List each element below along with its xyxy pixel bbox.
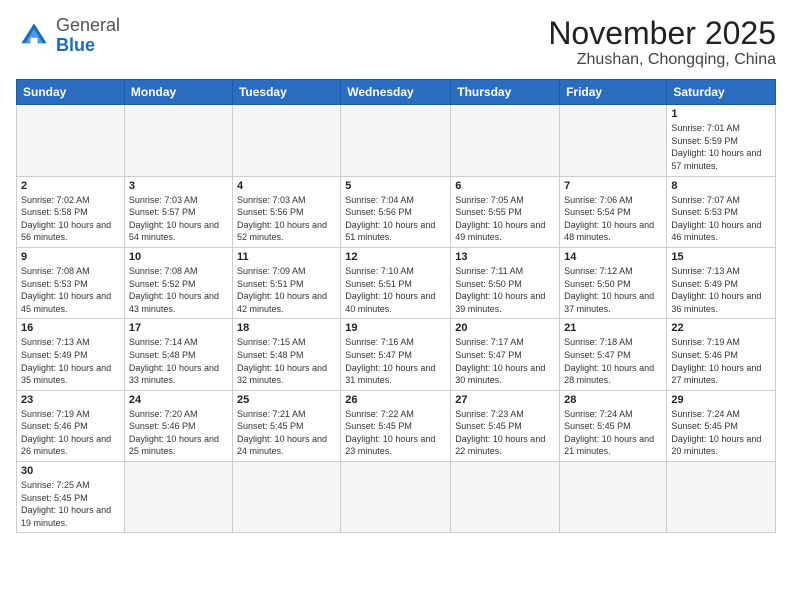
day-1: 1 Sunrise: 7:01 AM Sunset: 5:59 PM Dayli… bbox=[667, 105, 776, 176]
logo: General Blue bbox=[16, 16, 120, 56]
header: General Blue November 2025 Zhushan, Chon… bbox=[16, 16, 776, 69]
day-15: 15 Sunrise: 7:13 AM Sunset: 5:49 PM Dayl… bbox=[667, 247, 776, 318]
empty-cell bbox=[560, 462, 667, 533]
empty-cell bbox=[17, 105, 125, 176]
day-28: 28 Sunrise: 7:24 AM Sunset: 5:45 PM Dayl… bbox=[560, 390, 667, 461]
day-16: 16 Sunrise: 7:13 AM Sunset: 5:49 PM Dayl… bbox=[17, 319, 125, 390]
day-23: 23 Sunrise: 7:19 AM Sunset: 5:46 PM Dayl… bbox=[17, 390, 125, 461]
day-30: 30 Sunrise: 7:25 AM Sunset: 5:45 PM Dayl… bbox=[17, 462, 125, 533]
day-25: 25 Sunrise: 7:21 AM Sunset: 5:45 PM Dayl… bbox=[232, 390, 340, 461]
calendar-row-2: 2 Sunrise: 7:02 AM Sunset: 5:58 PM Dayli… bbox=[17, 176, 776, 247]
page: General Blue November 2025 Zhushan, Chon… bbox=[0, 0, 792, 612]
day-26: 26 Sunrise: 7:22 AM Sunset: 5:45 PM Dayl… bbox=[341, 390, 451, 461]
title-block: November 2025 Zhushan, Chongqing, China bbox=[548, 16, 776, 69]
calendar-row-4: 16 Sunrise: 7:13 AM Sunset: 5:49 PM Dayl… bbox=[17, 319, 776, 390]
day-6: 6 Sunrise: 7:05 AM Sunset: 5:55 PM Dayli… bbox=[451, 176, 560, 247]
day-10: 10 Sunrise: 7:08 AM Sunset: 5:52 PM Dayl… bbox=[124, 247, 232, 318]
calendar-row-3: 9 Sunrise: 7:08 AM Sunset: 5:53 PM Dayli… bbox=[17, 247, 776, 318]
col-tuesday: Tuesday bbox=[232, 80, 340, 105]
col-sunday: Sunday bbox=[17, 80, 125, 105]
logo-text: General Blue bbox=[56, 16, 120, 56]
empty-cell bbox=[124, 462, 232, 533]
empty-cell bbox=[341, 105, 451, 176]
calendar-header-row: Sunday Monday Tuesday Wednesday Thursday… bbox=[17, 80, 776, 105]
col-wednesday: Wednesday bbox=[341, 80, 451, 105]
day-17: 17 Sunrise: 7:14 AM Sunset: 5:48 PM Dayl… bbox=[124, 319, 232, 390]
day-27: 27 Sunrise: 7:23 AM Sunset: 5:45 PM Dayl… bbox=[451, 390, 560, 461]
calendar-row-5: 23 Sunrise: 7:19 AM Sunset: 5:46 PM Dayl… bbox=[17, 390, 776, 461]
day-9: 9 Sunrise: 7:08 AM Sunset: 5:53 PM Dayli… bbox=[17, 247, 125, 318]
logo-blue: Blue bbox=[56, 35, 95, 55]
day-19: 19 Sunrise: 7:16 AM Sunset: 5:47 PM Dayl… bbox=[341, 319, 451, 390]
empty-cell bbox=[667, 462, 776, 533]
day-22: 22 Sunrise: 7:19 AM Sunset: 5:46 PM Dayl… bbox=[667, 319, 776, 390]
col-saturday: Saturday bbox=[667, 80, 776, 105]
day-11: 11 Sunrise: 7:09 AM Sunset: 5:51 PM Dayl… bbox=[232, 247, 340, 318]
day-5: 5 Sunrise: 7:04 AM Sunset: 5:56 PM Dayli… bbox=[341, 176, 451, 247]
empty-cell bbox=[341, 462, 451, 533]
day-21: 21 Sunrise: 7:18 AM Sunset: 5:47 PM Dayl… bbox=[560, 319, 667, 390]
month-year-title: November 2025 bbox=[548, 16, 776, 51]
col-monday: Monday bbox=[124, 80, 232, 105]
calendar-row-1: 1 Sunrise: 7:01 AM Sunset: 5:59 PM Dayli… bbox=[17, 105, 776, 176]
calendar-row-6: 30 Sunrise: 7:25 AM Sunset: 5:45 PM Dayl… bbox=[17, 462, 776, 533]
day-12: 12 Sunrise: 7:10 AM Sunset: 5:51 PM Dayl… bbox=[341, 247, 451, 318]
day-7: 7 Sunrise: 7:06 AM Sunset: 5:54 PM Dayli… bbox=[560, 176, 667, 247]
empty-cell bbox=[232, 462, 340, 533]
location-title: Zhushan, Chongqing, China bbox=[548, 51, 776, 69]
empty-cell bbox=[451, 105, 560, 176]
day-18: 18 Sunrise: 7:15 AM Sunset: 5:48 PM Dayl… bbox=[232, 319, 340, 390]
col-thursday: Thursday bbox=[451, 80, 560, 105]
col-friday: Friday bbox=[560, 80, 667, 105]
empty-cell bbox=[124, 105, 232, 176]
logo-general: General bbox=[56, 15, 120, 35]
generalblue-logo-icon bbox=[16, 18, 52, 54]
day-2: 2 Sunrise: 7:02 AM Sunset: 5:58 PM Dayli… bbox=[17, 176, 125, 247]
day-14: 14 Sunrise: 7:12 AM Sunset: 5:50 PM Dayl… bbox=[560, 247, 667, 318]
day-3: 3 Sunrise: 7:03 AM Sunset: 5:57 PM Dayli… bbox=[124, 176, 232, 247]
day-8: 8 Sunrise: 7:07 AM Sunset: 5:53 PM Dayli… bbox=[667, 176, 776, 247]
day-29: 29 Sunrise: 7:24 AM Sunset: 5:45 PM Dayl… bbox=[667, 390, 776, 461]
empty-cell bbox=[560, 105, 667, 176]
empty-cell bbox=[232, 105, 340, 176]
calendar-table: Sunday Monday Tuesday Wednesday Thursday… bbox=[16, 79, 776, 533]
day-13: 13 Sunrise: 7:11 AM Sunset: 5:50 PM Dayl… bbox=[451, 247, 560, 318]
empty-cell bbox=[451, 462, 560, 533]
day-20: 20 Sunrise: 7:17 AM Sunset: 5:47 PM Dayl… bbox=[451, 319, 560, 390]
day-4: 4 Sunrise: 7:03 AM Sunset: 5:56 PM Dayli… bbox=[232, 176, 340, 247]
day-24: 24 Sunrise: 7:20 AM Sunset: 5:46 PM Dayl… bbox=[124, 390, 232, 461]
